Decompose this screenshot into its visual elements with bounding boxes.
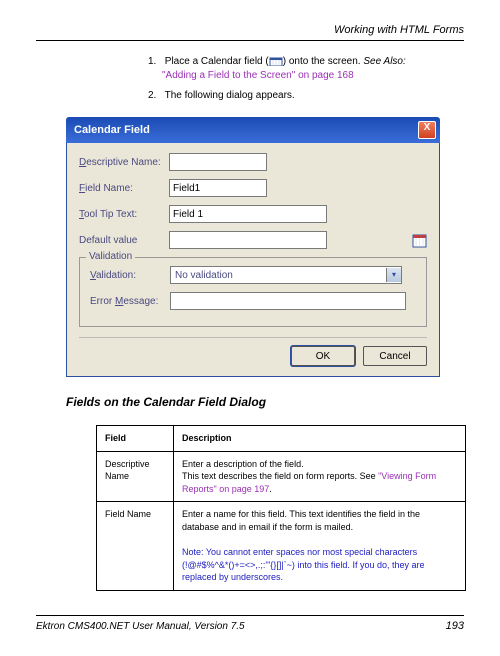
header-rule xyxy=(36,40,464,41)
fields-table: Field Description Descriptive Name Enter… xyxy=(96,425,466,591)
cell-desc-2: Enter a name for this field. This text i… xyxy=(174,502,466,591)
th-description: Description xyxy=(174,426,466,452)
header-title: Working with HTML Forms xyxy=(36,24,464,36)
row-field-name: Field Name: xyxy=(79,179,427,197)
step-1: 1. Place a Calendar field ( ) onto the sc… xyxy=(148,55,464,83)
validation-legend: Validation xyxy=(86,251,135,262)
cell-field-2: Field Name xyxy=(97,502,174,591)
label-descriptive-name: Descriptive Name: xyxy=(79,157,169,168)
table-row: Descriptive Name Enter a description of … xyxy=(97,451,466,502)
step-num-1: 1. xyxy=(148,55,162,69)
label-tooltip: Tool Tip Text: xyxy=(79,209,169,220)
input-field-name[interactable] xyxy=(169,179,267,197)
row-descriptive-name: Descriptive Name: xyxy=(79,153,427,171)
step-list: 1. Place a Calendar field ( ) onto the sc… xyxy=(148,55,464,103)
footer-manual-title: Ektron CMS400.NET User Manual, Version 7… xyxy=(36,621,245,632)
close-button[interactable]: X xyxy=(418,121,436,139)
step-2-text: The following dialog appears. xyxy=(165,90,295,101)
cell-field-1: Descriptive Name xyxy=(97,451,174,502)
label-validation: Validation: xyxy=(90,270,170,281)
r2-note: Note: You cannot enter spaces nor most s… xyxy=(182,547,424,582)
dialog-body: Descriptive Name: Field Name: Tool Tip T… xyxy=(66,143,440,377)
cell-desc-1: Enter a description of the field. This t… xyxy=(174,451,466,502)
row-default: Default value xyxy=(79,231,427,249)
step-num-2: 2. xyxy=(148,89,162,103)
page-footer: Ektron CMS400.NET User Manual, Version 7… xyxy=(36,615,464,632)
table-header-row: Field Description xyxy=(97,426,466,452)
r1-line-b: This text describes the field on form re… xyxy=(182,471,378,481)
see-also-label: See Also: xyxy=(363,56,405,67)
calendar-picker-icon[interactable] xyxy=(412,233,427,248)
validation-fieldset: Validation Validation: No validation ▾ E… xyxy=(79,257,427,327)
row-validation: Validation: No validation ▾ xyxy=(90,266,416,284)
label-default: Default value xyxy=(79,235,169,246)
section-heading: Fields on the Calendar Field Dialog xyxy=(66,395,464,409)
step-1-link[interactable]: "Adding a Field to the Screen" on page 1… xyxy=(162,70,354,81)
row-tooltip: Tool Tip Text: xyxy=(79,205,427,223)
r1-line-c: . xyxy=(269,484,272,494)
r2-line-a: Enter a name for this field. This text i… xyxy=(182,509,420,532)
step-1-text-b: ) onto the screen. xyxy=(283,56,364,67)
th-field: Field xyxy=(97,426,174,452)
r1-line-a: Enter a description of the field. xyxy=(182,459,304,469)
input-tooltip[interactable] xyxy=(169,205,327,223)
cancel-button[interactable]: Cancel xyxy=(363,346,427,366)
input-descriptive-name[interactable] xyxy=(169,153,267,171)
table-row: Field Name Enter a name for this field. … xyxy=(97,502,466,591)
ok-button[interactable]: OK xyxy=(291,346,355,366)
step-1-text-a: Place a Calendar field ( xyxy=(165,56,269,67)
step-2: 2. The following dialog appears. xyxy=(148,89,464,103)
dialog-titlebar: Calendar Field X xyxy=(66,117,440,143)
footer-page-number: 193 xyxy=(446,620,464,632)
select-validation-value: No validation xyxy=(171,270,386,281)
dialog-title: Calendar Field xyxy=(74,124,150,136)
calendar-icon xyxy=(269,56,283,66)
label-error: Error Message: xyxy=(90,296,170,307)
label-field-name: Field Name: xyxy=(79,183,169,194)
dialog-button-row: OK Cancel xyxy=(79,337,427,366)
input-default[interactable] xyxy=(169,231,327,249)
select-validation[interactable]: No validation ▾ xyxy=(170,266,402,284)
calendar-field-dialog: Calendar Field X Descriptive Name: Field… xyxy=(66,117,440,377)
row-error: Error Message: xyxy=(90,292,416,310)
chevron-down-icon: ▾ xyxy=(386,268,401,282)
input-error[interactable] xyxy=(170,292,406,310)
